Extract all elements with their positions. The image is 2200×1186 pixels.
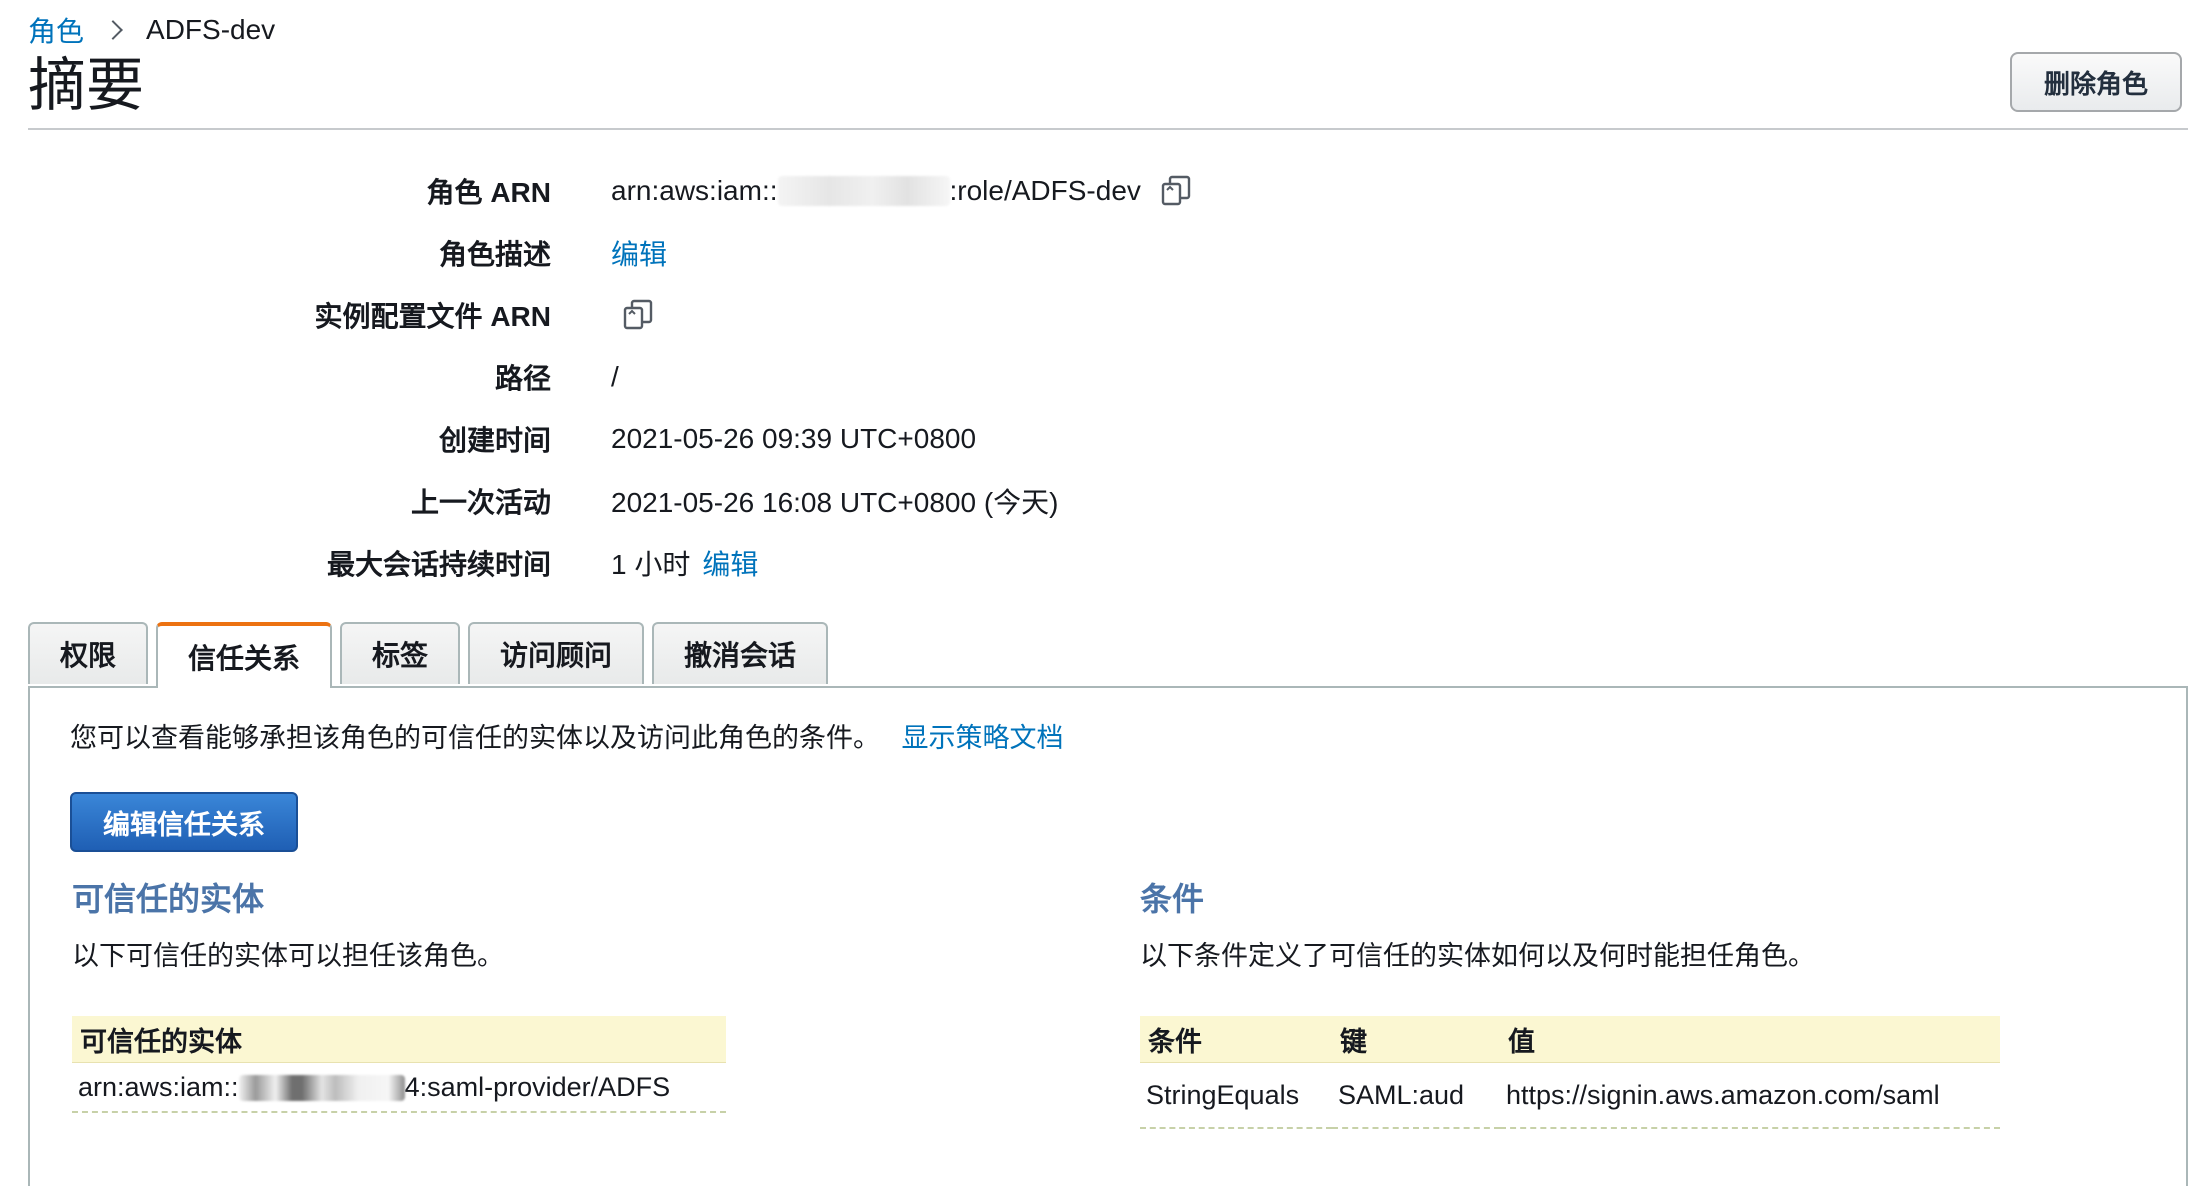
breadcrumb-current: ADFS-dev bbox=[146, 14, 276, 45]
instance-profile-arn-value bbox=[611, 299, 653, 331]
last-activity-label: 上一次活动 bbox=[410, 487, 551, 518]
conditions-desc: 以下条件定义了可信任的实体如何以及何时能担任角色。 bbox=[1140, 941, 1815, 971]
tab-tags[interactable]: 标签 bbox=[340, 622, 460, 684]
trust-intro: 您可以查看能够承担该角色的可信任的实体以及访问此角色的条件。 显示策略文档 bbox=[70, 716, 1064, 755]
role-arn-label: 角色 ARN bbox=[426, 177, 551, 208]
conditions-title: 条件 bbox=[1140, 881, 1205, 917]
condition-operator-cell: StringEquals bbox=[1140, 1062, 1332, 1129]
summary-row-role-description: 角色描述 编辑 bbox=[28, 228, 667, 278]
last-activity-value: 2021-05-26 16:08 UTC+0800 (今天) bbox=[611, 487, 1059, 518]
tab-revoke-sessions[interactable]: 撤消会话 bbox=[652, 622, 828, 684]
page-title: 摘要 bbox=[28, 53, 145, 118]
path-value: / bbox=[611, 361, 619, 392]
trusted-entities-table: 可信任的实体 arn:aws:iam:: 4:saml-provider/ADFS bbox=[72, 1016, 726, 1113]
breadcrumb: 角色 ADFS-dev bbox=[28, 12, 275, 48]
role-arn-value: arn:aws:iam:: :role/ADFS-dev bbox=[611, 175, 1191, 207]
summary-row-role-arn: 角色 ARN arn:aws:iam:: :role/ADFS-dev bbox=[28, 166, 1191, 216]
trusted-entities-desc: 以下可信任的实体可以担任该角色。 bbox=[72, 941, 504, 971]
trusted-entity-prefix: arn:aws:iam:: bbox=[78, 1071, 239, 1102]
max-session-duration: 1 小时 bbox=[611, 549, 691, 580]
trusted-entities-header: 可信任的实体 bbox=[72, 1016, 726, 1063]
trusted-entities-title: 可信任的实体 bbox=[72, 881, 265, 917]
conditions-header-condition: 条件 bbox=[1140, 1016, 1332, 1063]
trust-relationships-panel: 您可以查看能够承担该角色的可信任的实体以及访问此角色的条件。 显示策略文档 编辑… bbox=[28, 686, 2188, 1186]
role-arn-prefix: arn:aws:iam:: bbox=[611, 175, 778, 206]
page: 角色 ADFS-dev 摘要 删除角色 角色 ARN arn:aws:iam::… bbox=[28, 0, 2188, 1186]
copy-icon[interactable] bbox=[623, 299, 653, 331]
role-arn-suffix: :role/ADFS-dev bbox=[949, 175, 1141, 206]
title-divider bbox=[28, 128, 2188, 130]
redacted-account-id bbox=[238, 1075, 405, 1102]
table-row: StringEquals SAML:aud https://signin.aws… bbox=[1140, 1062, 2000, 1129]
chevron-right-icon bbox=[103, 20, 123, 40]
redacted-account-id bbox=[777, 176, 950, 206]
condition-key-cell: SAML:aud bbox=[1332, 1062, 1500, 1129]
summary-row-path: 路径 / bbox=[28, 352, 619, 402]
trusted-entity-cell: arn:aws:iam:: 4:saml-provider/ADFS bbox=[72, 1062, 726, 1113]
breadcrumb-roles-link[interactable]: 角色 bbox=[28, 10, 84, 50]
created-label: 创建时间 bbox=[438, 425, 551, 456]
trust-intro-text: 您可以查看能够承担该角色的可信任的实体以及访问此角色的条件。 bbox=[70, 723, 880, 753]
tab-permissions[interactable]: 权限 bbox=[28, 622, 148, 684]
role-description-value: 编辑 bbox=[611, 233, 667, 273]
conditions-table: 条件 键 值 StringEquals SAML:aud https://sig… bbox=[1140, 1016, 2000, 1129]
edit-max-session-link[interactable]: 编辑 bbox=[702, 543, 758, 583]
trusted-entity-suffix: 4:saml-provider/ADFS bbox=[404, 1071, 671, 1102]
summary-row-max-session: 最大会话持续时间 1 小时 编辑 bbox=[28, 538, 758, 588]
copy-icon[interactable] bbox=[1161, 175, 1191, 207]
max-session-value: 1 小时 编辑 bbox=[611, 543, 758, 583]
path-label: 路径 bbox=[494, 363, 551, 394]
edit-trust-relationship-button[interactable]: 编辑信任关系 bbox=[70, 792, 298, 852]
condition-value-cell: https://signin.aws.amazon.com/saml bbox=[1500, 1062, 2000, 1129]
tab-access-advisor[interactable]: 访问顾问 bbox=[468, 622, 644, 684]
table-row: arn:aws:iam:: 4:saml-provider/ADFS bbox=[72, 1062, 726, 1113]
tab-bar: 权限 信任关系 标签 访问顾问 撤消会话 bbox=[28, 622, 836, 688]
tab-trust-relationships[interactable]: 信任关系 bbox=[156, 622, 332, 688]
summary-row-instance-profile-arn: 实例配置文件 ARN bbox=[28, 290, 653, 340]
max-session-label: 最大会话持续时间 bbox=[326, 549, 551, 580]
conditions-header-value: 值 bbox=[1500, 1016, 2000, 1063]
summary-row-last-activity: 上一次活动 2021-05-26 16:08 UTC+0800 (今天) bbox=[28, 476, 1058, 526]
delete-role-button[interactable]: 删除角色 bbox=[2010, 52, 2182, 112]
edit-description-link[interactable]: 编辑 bbox=[611, 233, 667, 273]
conditions-header-key: 键 bbox=[1332, 1016, 1500, 1063]
instance-profile-arn-label: 实例配置文件 ARN bbox=[314, 301, 551, 332]
show-policy-document-link[interactable]: 显示策略文档 bbox=[902, 723, 1064, 753]
role-description-label: 角色描述 bbox=[438, 239, 551, 270]
summary-row-created: 创建时间 2021-05-26 09:39 UTC+0800 bbox=[28, 414, 976, 464]
created-value: 2021-05-26 09:39 UTC+0800 bbox=[611, 423, 977, 454]
